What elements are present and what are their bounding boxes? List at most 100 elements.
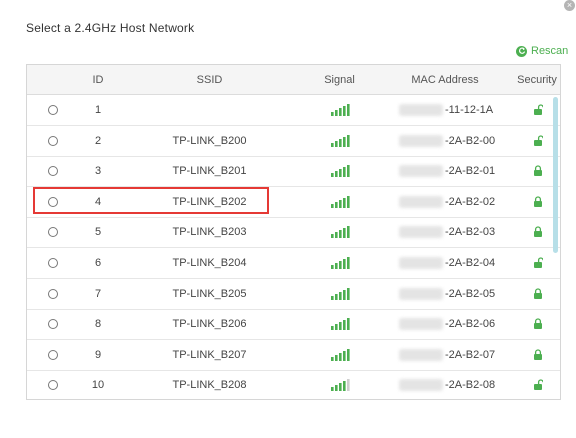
row-mac-address: -2A-B2-02	[445, 195, 496, 208]
signal-bar	[343, 228, 346, 239]
row-id: 6	[94, 257, 102, 269]
table-row[interactable]: 4 TP-LINK_B202 -2A-B2-02	[27, 187, 560, 218]
row-ssid: TP-LINK_B201	[172, 165, 247, 178]
row-id: 8	[94, 318, 102, 331]
mac-obscured	[399, 287, 443, 300]
table-row[interactable]: 6 TP-LINK_B204 -2A-B2-04	[27, 248, 560, 279]
refresh-icon	[516, 45, 527, 57]
signal-bar	[347, 195, 350, 208]
mac-obscured	[399, 348, 443, 361]
row-radio[interactable]	[48, 227, 58, 238]
signal-bar	[339, 352, 342, 361]
lock-icon	[534, 287, 542, 299]
signal-bar	[331, 295, 334, 300]
lock-icon	[534, 226, 542, 238]
row-mac-address: -2A-B2-01	[445, 165, 496, 178]
scrollbar[interactable]	[553, 97, 558, 253]
signal-bar	[339, 138, 342, 147]
row-mac-address: -2A-B2-00	[445, 134, 496, 147]
network-table: ID SSID Signal MAC Address Security 1 -11…	[26, 64, 561, 400]
column-header-signal: Signal	[324, 74, 355, 86]
unlock-icon	[534, 134, 543, 146]
row-id: 2	[94, 134, 102, 147]
signal-bar	[343, 350, 346, 361]
signal-bar	[347, 226, 350, 239]
row-ssid: TP-LINK_B202	[172, 195, 247, 208]
row-radio[interactable]	[48, 288, 58, 299]
signal-bar	[343, 381, 346, 392]
signal-bar	[343, 167, 346, 178]
column-header-security: Security	[517, 74, 557, 86]
row-id: 3	[94, 165, 102, 178]
signal-bar	[339, 322, 342, 331]
row-radio[interactable]	[48, 258, 58, 268]
row-radio[interactable]	[48, 135, 58, 146]
row-radio[interactable]	[48, 349, 58, 360]
signal-bar	[335, 324, 338, 331]
rescan-button[interactable]: Rescan	[516, 44, 568, 58]
row-radio[interactable]	[48, 166, 58, 177]
table-row[interactable]: 1 -11-12-1A	[27, 95, 560, 126]
signal-bar	[347, 104, 350, 116]
dialog-title: Select a 2.4GHz Host Network	[26, 21, 195, 35]
lock-icon	[534, 349, 542, 360]
mac-obscured	[399, 318, 443, 331]
signal-icon	[331, 165, 350, 178]
signal-bar	[339, 199, 342, 208]
row-radio[interactable]	[48, 105, 58, 115]
row-radio[interactable]	[48, 196, 58, 207]
signal-bar	[347, 348, 350, 361]
close-button[interactable]: ×	[564, 0, 575, 11]
signal-bar	[331, 203, 334, 208]
column-header-mac: MAC Address	[411, 74, 479, 86]
signal-icon	[331, 226, 350, 239]
row-id: 4	[94, 195, 102, 208]
table-row[interactable]: 5 TP-LINK_B203 -2A-B2-03	[27, 217, 560, 249]
signal-bar	[335, 110, 338, 116]
lock-icon	[534, 318, 542, 330]
signal-bar	[335, 232, 338, 239]
signal-bar	[343, 289, 346, 300]
signal-bar	[343, 197, 346, 208]
signal-bar	[343, 320, 346, 331]
signal-bar	[347, 287, 350, 300]
row-ssid: TP-LINK_B204	[172, 257, 247, 269]
table-row[interactable]: 7 TP-LINK_B205 -2A-B2-05	[27, 279, 560, 310]
row-id: 1	[94, 104, 102, 116]
signal-bar	[339, 383, 342, 392]
mac-obscured	[399, 104, 443, 116]
signal-icon	[331, 379, 350, 392]
signal-bar	[331, 356, 334, 361]
signal-bar	[347, 257, 350, 269]
signal-bar	[335, 171, 338, 178]
signal-bar	[335, 385, 338, 392]
signal-icon	[331, 257, 350, 269]
signal-bar	[335, 354, 338, 361]
signal-icon	[331, 134, 350, 147]
signal-bar	[331, 142, 334, 147]
table-row[interactable]: 3 TP-LINK_B201 -2A-B2-01	[27, 156, 560, 188]
row-radio[interactable]	[48, 319, 58, 330]
row-ssid: TP-LINK_B203	[172, 226, 247, 239]
row-mac-address: -2A-B2-07	[445, 348, 496, 361]
table-row[interactable]: 9 TP-LINK_B207 -2A-B2-07	[27, 340, 560, 371]
row-ssid: TP-LINK_B205	[172, 287, 247, 300]
table-row[interactable]: 10 TP-LINK_B208 -2A-B2-08	[27, 370, 560, 399]
column-header-id: ID	[92, 74, 104, 86]
mac-obscured	[399, 165, 443, 178]
table-header: ID SSID Signal MAC Address Security	[27, 65, 560, 95]
table-row[interactable]: 8 TP-LINK_B206 -2A-B2-06	[27, 309, 560, 341]
signal-bar	[331, 326, 334, 331]
signal-bar	[331, 387, 334, 392]
row-radio[interactable]	[48, 380, 58, 391]
signal-bar	[347, 379, 350, 392]
signal-bar	[347, 165, 350, 178]
signal-bar	[335, 263, 338, 269]
row-mac-address: -2A-B2-03	[445, 226, 496, 239]
table-row[interactable]: 2 TP-LINK_B200 -2A-B2-00	[27, 126, 560, 157]
signal-bar	[339, 291, 342, 300]
row-mac-address: -2A-B2-06	[445, 318, 496, 331]
lock-icon	[534, 196, 542, 207]
signal-bar	[339, 261, 342, 269]
row-id: 10	[91, 379, 105, 392]
